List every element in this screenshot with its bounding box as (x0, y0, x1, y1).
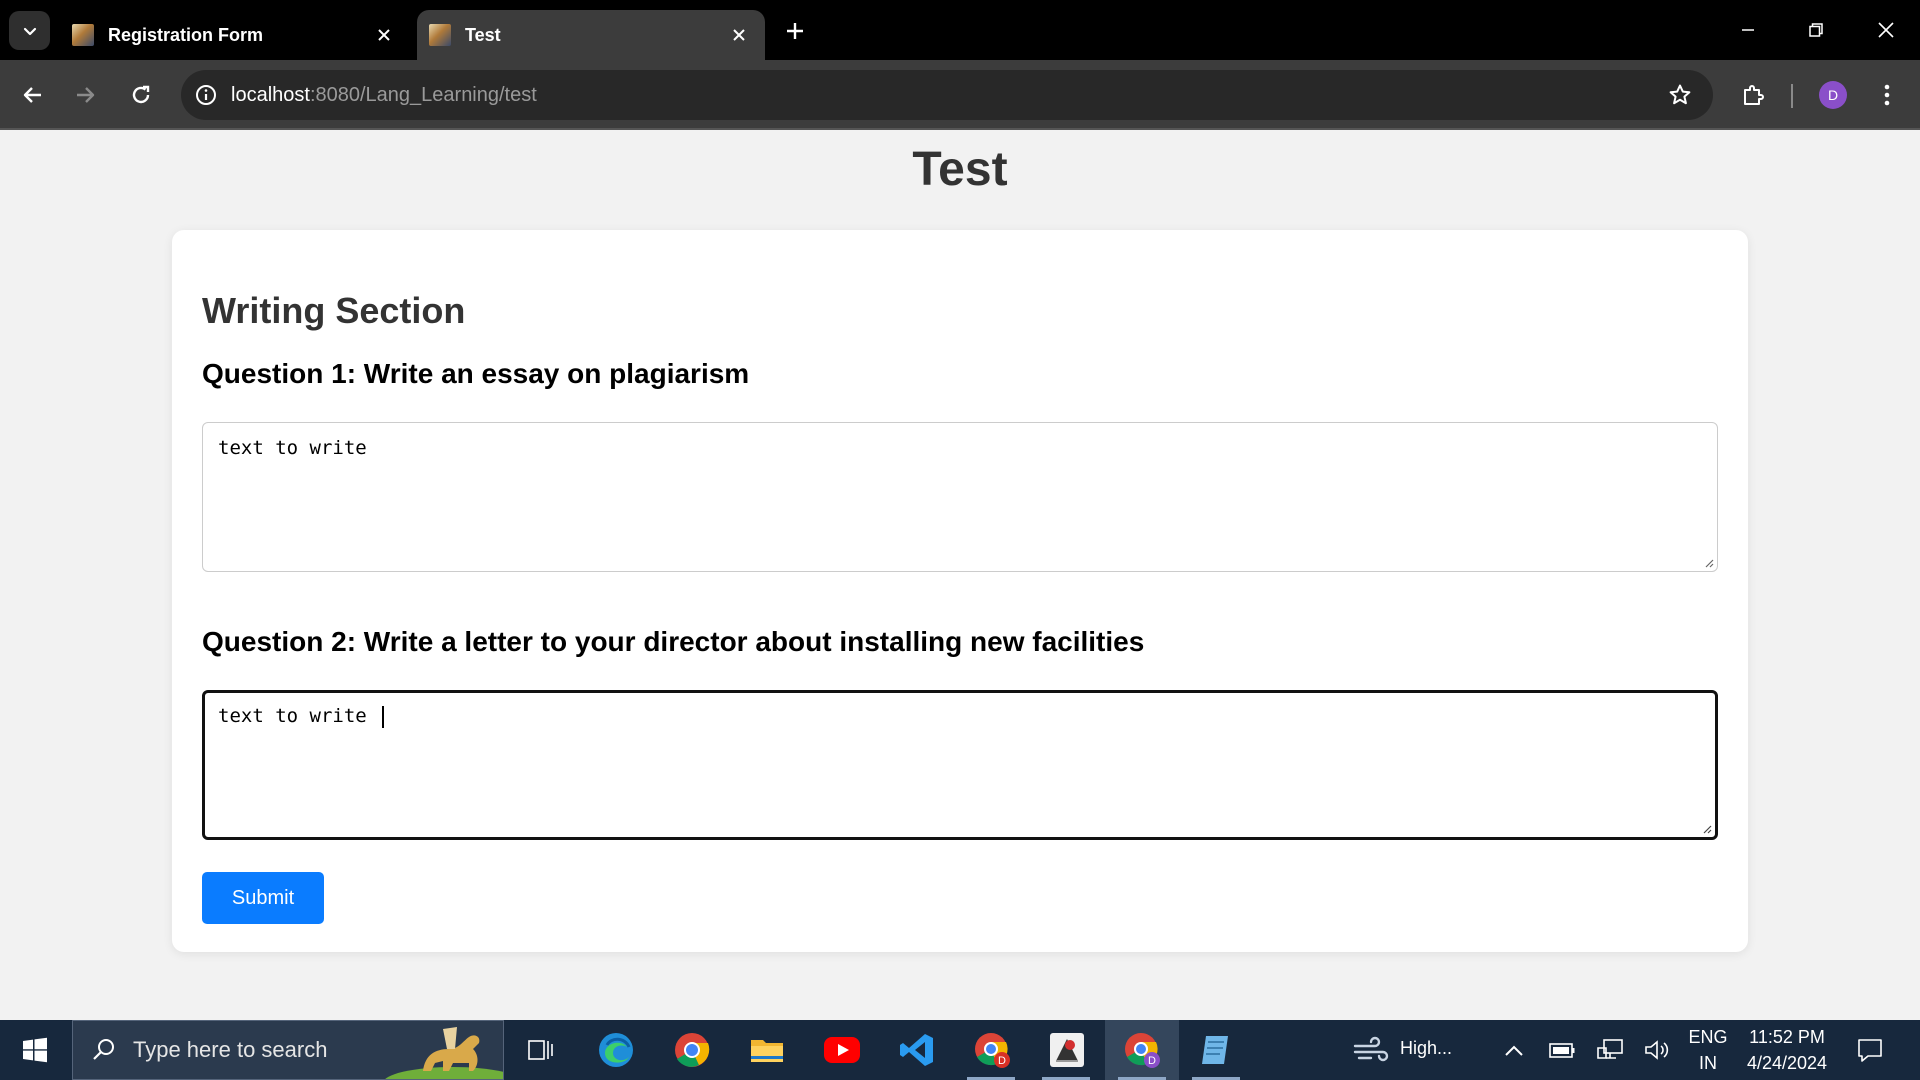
page-viewport: Test Writing Section Question 1: Write a… (0, 132, 1920, 1020)
language-indicator-line1[interactable]: ENG (1686, 1027, 1730, 1048)
tab-registration-form[interactable]: Registration Form (60, 10, 410, 60)
chrome-profile-icon[interactable]: D (970, 1028, 1014, 1072)
vscode-icon[interactable] (895, 1028, 939, 1072)
minimize-icon (1742, 29, 1754, 31)
notifications-icon[interactable] (1848, 1028, 1892, 1072)
chrome-active-icon[interactable]: D (1105, 1020, 1179, 1080)
network-icon[interactable] (1588, 1028, 1632, 1072)
notepad-icon[interactable] (1194, 1028, 1238, 1072)
weather-text[interactable]: High... (1400, 1038, 1452, 1059)
show-hidden-icons-icon[interactable] (1492, 1028, 1536, 1072)
submit-button[interactable]: Submit (202, 872, 324, 924)
edge-browser-icon[interactable] (594, 1028, 638, 1072)
url-path: :8080/Lang_Learning/test (309, 83, 537, 106)
browser-tab-strip: Registration Form Test (0, 0, 1920, 60)
url-text: localhost:8080/Lang_Learning/test (231, 84, 537, 107)
search-highlight-image (383, 1019, 503, 1079)
back-button[interactable] (14, 76, 52, 114)
close-window-button[interactable] (1864, 8, 1908, 52)
language-indicator-line2[interactable]: IN (1686, 1053, 1730, 1074)
site-info-icon[interactable] (191, 80, 221, 110)
page-favicon-icon (72, 24, 94, 46)
clock-date[interactable]: 4/24/2024 (1740, 1053, 1834, 1074)
weather-icon[interactable] (1350, 1028, 1394, 1072)
question-1-label: Question 1: Write an essay on plagiarism (202, 358, 750, 389)
close-icon (1878, 22, 1894, 38)
writing-card: Writing Section Question 1: Write an ess… (172, 230, 1748, 952)
minimize-button[interactable] (1726, 8, 1770, 52)
taskbar-search-box[interactable]: Type here to search (72, 1020, 504, 1080)
tab-search-button[interactable] (9, 11, 50, 50)
chrome-icon[interactable] (670, 1028, 714, 1072)
extensions-button[interactable] (1734, 76, 1772, 114)
restore-icon (1809, 23, 1823, 37)
chevron-down-icon (23, 27, 36, 35)
answer-2-textarea[interactable]: text to write (202, 690, 1718, 840)
section-title: Writing Section (202, 290, 466, 331)
windows-taskbar: Type here to search D D High... ENG IN 1… (0, 1020, 1920, 1080)
task-view-icon[interactable] (518, 1028, 562, 1072)
page-title: Test (912, 143, 1008, 196)
bookmark-star-icon[interactable] (1665, 80, 1695, 110)
reload-button[interactable] (122, 76, 160, 114)
svg-text:D: D (998, 1055, 1006, 1067)
tab-title: Test (465, 24, 501, 45)
windows-logo-icon (23, 1037, 47, 1063)
arrow-right-icon (77, 87, 95, 103)
plus-icon (787, 23, 803, 39)
toolbar-divider (1791, 84, 1793, 108)
restore-button[interactable] (1794, 8, 1838, 52)
start-button[interactable] (0, 1020, 70, 1080)
resize-handle-icon[interactable] (1704, 558, 1714, 568)
tab-title: Registration Form (108, 24, 264, 45)
clock-time[interactable]: 11:52 PM (1740, 1027, 1834, 1048)
answer-2-text: text to write (218, 705, 379, 727)
browser-menu-button[interactable] (1868, 76, 1906, 114)
tab-test[interactable]: Test (417, 10, 765, 60)
page-favicon-icon (429, 24, 451, 46)
browser-toolbar: localhost:8080/Lang_Learning/test D (0, 60, 1920, 130)
file-explorer-icon[interactable] (745, 1028, 789, 1072)
reload-icon (132, 85, 150, 104)
tab-close-icon[interactable] (370, 21, 398, 49)
battery-icon[interactable] (1540, 1028, 1584, 1072)
puzzle-icon (1744, 85, 1764, 105)
svg-text:D: D (1148, 1055, 1156, 1067)
address-bar[interactable]: localhost:8080/Lang_Learning/test (181, 70, 1713, 120)
profile-avatar[interactable]: D (1819, 81, 1847, 109)
question-2-label: Question 2: Write a letter to your direc… (202, 626, 1145, 657)
resize-handle-icon[interactable] (1702, 824, 1712, 834)
search-placeholder: Type here to search (133, 1037, 328, 1062)
answer-1-textarea[interactable]: text to write (202, 422, 1718, 572)
arrow-left-icon (23, 87, 41, 103)
answer-1-text: text to write (218, 437, 367, 459)
java-app-icon[interactable] (1045, 1028, 1089, 1072)
new-tab-button[interactable] (780, 16, 810, 46)
volume-icon[interactable] (1635, 1028, 1679, 1072)
more-vertical-icon (1884, 84, 1890, 106)
search-icon (93, 1039, 114, 1060)
forward-button[interactable] (66, 76, 104, 114)
youtube-icon[interactable] (820, 1028, 864, 1072)
tab-close-icon[interactable] (725, 21, 753, 49)
text-caret (382, 705, 384, 728)
url-host: localhost (231, 83, 310, 106)
